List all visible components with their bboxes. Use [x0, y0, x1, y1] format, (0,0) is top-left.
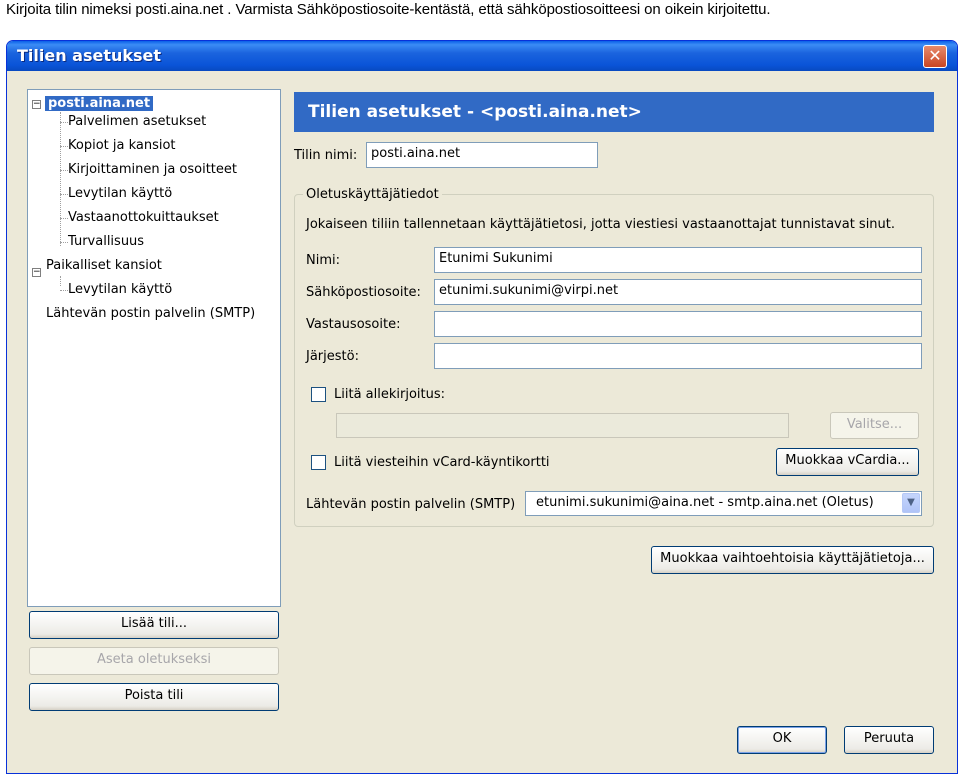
edit-vcard-button[interactable]: Muokkaa vCardia...	[776, 448, 919, 476]
ok-button[interactable]: OK	[737, 726, 827, 754]
smtp-select[interactable]: etunimi.sukunimi@aina.net - smtp.aina.ne…	[525, 491, 922, 516]
vcard-label: Liitä viesteihin vCard-käyntikortti	[334, 455, 550, 470]
signature-file-input	[336, 413, 789, 438]
signature-label: Liitä allekirjoitus:	[334, 387, 446, 402]
account-settings-window: Tilien asetukset ✕ − posti.aina.net Palv…	[6, 40, 958, 774]
account-tree[interactable]: − posti.aina.net Palvelimen asetukset Ko…	[27, 89, 281, 607]
tree-item-disk-space[interactable]: Levytilan käyttö	[68, 186, 172, 201]
tree-item-composition[interactable]: Kirjoittaminen ja osoitteet	[68, 162, 237, 177]
tree-item-security[interactable]: Turvallisuus	[68, 234, 144, 249]
name-input[interactable]: Etunimi Sukunimi	[434, 247, 922, 273]
account-name-label: Tilin nimi:	[294, 148, 358, 163]
identity-group-legend: Oletuskäyttäjätiedot	[303, 187, 442, 202]
tree-item-copies-folders[interactable]: Kopiot ja kansiot	[68, 138, 176, 153]
tree-item-smtp[interactable]: Lähtevän postin palvelin (SMTP)	[46, 306, 255, 321]
collapse-icon[interactable]: −	[32, 268, 41, 277]
organization-input[interactable]	[434, 343, 922, 369]
vcard-checkbox[interactable]	[311, 455, 326, 470]
name-label: Nimi:	[306, 253, 340, 268]
smtp-label: Lähtevän postin palvelin (SMTP)	[306, 497, 516, 512]
set-default-button: Aseta oletukseksi	[29, 647, 279, 675]
email-label: Sähköpostiosoite:	[306, 285, 421, 300]
add-account-button[interactable]: Lisää tili...	[29, 611, 279, 639]
collapse-icon[interactable]: −	[32, 100, 41, 109]
close-icon: ✕	[928, 46, 942, 65]
cancel-button[interactable]: Peruuta	[844, 726, 934, 754]
reply-to-label: Vastausosoite:	[306, 317, 401, 332]
chevron-down-icon[interactable]: ▼	[902, 493, 920, 513]
signature-checkbox[interactable]	[311, 387, 326, 402]
choose-signature-button: Valitse...	[830, 412, 919, 439]
tree-item-server-settings[interactable]: Palvelimen asetukset	[68, 114, 206, 129]
tree-item-receipts[interactable]: Vastaanottokuittaukset	[68, 210, 219, 225]
reply-to-input[interactable]	[434, 311, 922, 337]
instruction-text: Kirjoita tilin nimeksi posti.aina.net . …	[6, 1, 771, 18]
page-title: Tilien asetukset - <posti.aina.net>	[294, 92, 934, 132]
close-button[interactable]: ✕	[923, 45, 947, 68]
title-bar: Tilien asetukset ✕	[7, 41, 957, 71]
email-input[interactable]: etunimi.sukunimi@virpi.net	[434, 279, 922, 305]
tree-item-local-disk-space[interactable]: Levytilan käyttö	[68, 282, 172, 297]
smtp-select-value: etunimi.sukunimi@aina.net - smtp.aina.ne…	[536, 495, 874, 510]
identity-description: Jokaiseen tiliin tallennetaan käyttäjäti…	[306, 217, 896, 232]
remove-account-button[interactable]: Poista tili	[29, 683, 279, 711]
tree-item-local-folders[interactable]: Paikalliset kansiot	[46, 258, 162, 273]
tree-item-account[interactable]: posti.aina.net	[45, 96, 154, 111]
organization-label: Järjestö:	[306, 349, 359, 364]
window-title: Tilien asetukset	[17, 46, 162, 65]
account-name-input[interactable]: posti.aina.net	[366, 142, 598, 168]
edit-identities-button[interactable]: Muokkaa vaihtoehtoisia käyttäjätietoja..…	[651, 546, 934, 574]
